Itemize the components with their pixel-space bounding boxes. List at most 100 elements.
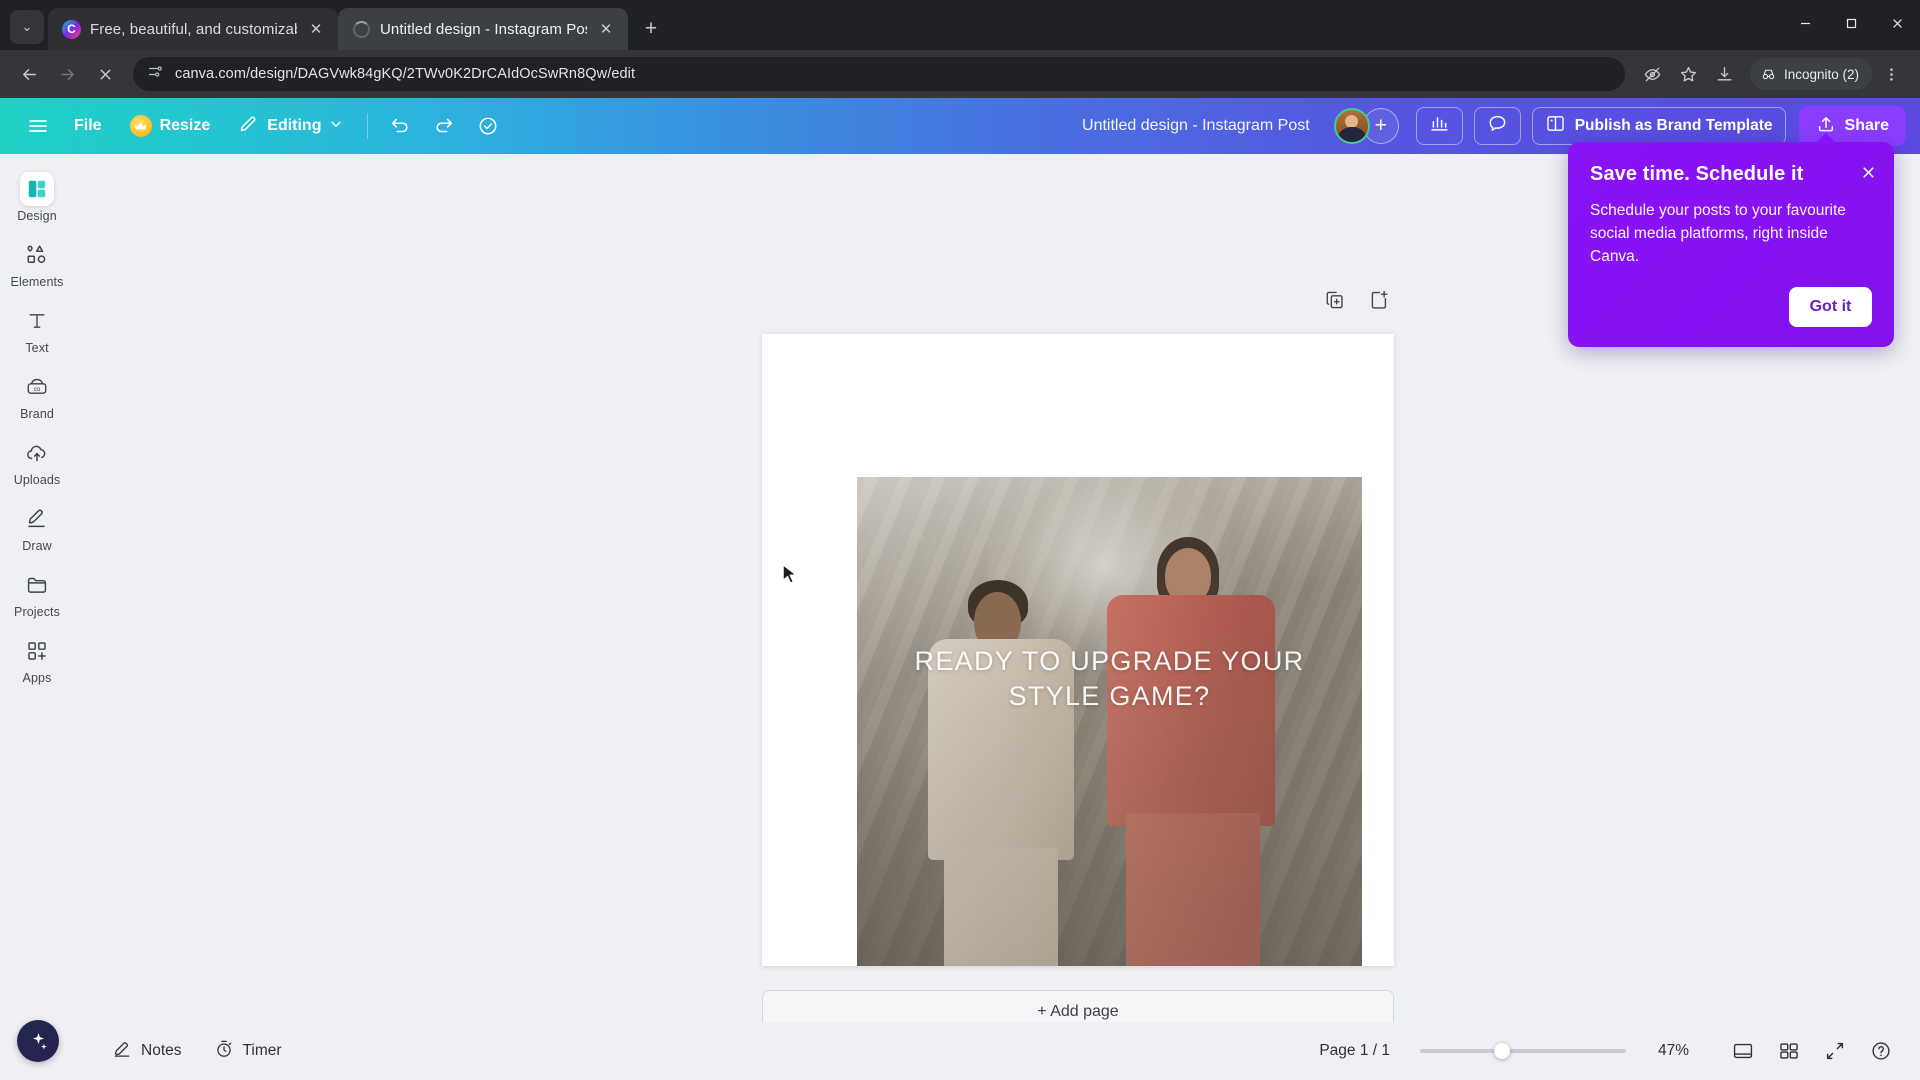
- crown-icon: [129, 115, 152, 137]
- star-icon[interactable]: [1672, 57, 1706, 91]
- design-page[interactable]: READY TO UPGRADE YOUR STYLE GAME?: [762, 334, 1394, 966]
- browser-menu-button[interactable]: [1874, 57, 1908, 91]
- share-button[interactable]: Share: [1798, 106, 1906, 146]
- sidebar-item-apps[interactable]: Apps: [3, 628, 71, 690]
- download-icon[interactable]: [1708, 57, 1742, 91]
- comment-icon: [1487, 113, 1508, 139]
- toolbar-divider: [367, 113, 369, 139]
- sidebar-item-draw[interactable]: Draw: [3, 496, 71, 558]
- add-page-button[interactable]: + Add page: [762, 990, 1394, 1022]
- publish-as-brand-template-button[interactable]: Publish as Brand Template: [1531, 107, 1786, 145]
- zoom-slider[interactable]: [1420, 1041, 1626, 1061]
- magic-studio-button[interactable]: [17, 1020, 59, 1062]
- sidebar-item-uploads[interactable]: Uploads: [3, 430, 71, 492]
- uploads-icon: [20, 436, 54, 470]
- analytics-icon: [1429, 113, 1450, 139]
- sidebar-item-text[interactable]: Text: [3, 298, 71, 360]
- redo-icon[interactable]: [424, 107, 464, 145]
- canva-application: File Resize Editing Untitled design - In…: [0, 98, 1920, 1080]
- schedule-popup: Save time. Schedule it Schedule your pos…: [1568, 132, 1894, 348]
- sidebar-item-projects[interactable]: Projects: [3, 562, 71, 624]
- sidebar-item-draw-label: Draw: [22, 539, 52, 553]
- got-it-button[interactable]: Got it: [1789, 287, 1872, 328]
- sidebar-item-design-label: Design: [17, 209, 57, 223]
- notes-label: Notes: [141, 1042, 182, 1059]
- sidebar-item-brand[interactable]: co Brand: [3, 364, 71, 426]
- browser-tab-2[interactable]: Untitled design - Instagram Pos ✕: [338, 8, 628, 50]
- zoom-percent-label[interactable]: 47%: [1658, 1042, 1700, 1060]
- zoom-slider-track: [1420, 1049, 1626, 1053]
- undo-icon[interactable]: [380, 107, 420, 145]
- page-tools: [1324, 289, 1390, 316]
- text-icon: [20, 304, 54, 338]
- design-page-wrapper: READY TO UPGRADE YOUR STYLE GAME? + Add …: [762, 334, 1394, 1022]
- share-label: Share: [1844, 117, 1889, 134]
- close-window-button[interactable]: [1874, 0, 1920, 46]
- incognito-label: Incognito (2): [1783, 66, 1859, 82]
- publish-as-brand-template-label: Publish as Brand Template: [1574, 117, 1773, 134]
- back-button[interactable]: [12, 57, 46, 91]
- file-menu-button[interactable]: File: [62, 108, 114, 144]
- sidebar-item-elements-label: Elements: [10, 275, 64, 289]
- duplicate-page-icon[interactable]: [1324, 289, 1346, 316]
- design-headline-text[interactable]: READY TO UPGRADE YOUR STYLE GAME?: [857, 644, 1362, 715]
- sidebar-item-uploads-label: Uploads: [13, 473, 61, 487]
- notes-button[interactable]: Notes: [100, 1033, 194, 1069]
- timer-icon: [214, 1039, 234, 1064]
- plus-icon: +: [644, 17, 658, 40]
- brand-icon: co: [20, 370, 54, 404]
- page-view-icon[interactable]: [1724, 1033, 1762, 1069]
- close-icon[interactable]: ✕: [596, 19, 616, 39]
- browser-tabstrip: ⌄ C Free, beautiful, and customizab ✕ Un…: [0, 0, 1920, 50]
- forward-button[interactable]: [50, 57, 84, 91]
- editing-label: Editing: [267, 117, 322, 134]
- browser-tab-1-title: Free, beautiful, and customizab: [90, 20, 297, 38]
- page-indicator: Page 1 / 1: [1319, 1042, 1390, 1059]
- eye-off-icon[interactable]: [1636, 57, 1670, 91]
- schedule-popup-body: Schedule your posts to your favourite so…: [1590, 202, 1846, 265]
- fullscreen-icon[interactable]: [1816, 1033, 1854, 1069]
- close-icon[interactable]: ✕: [306, 19, 326, 39]
- saved-cloud-icon[interactable]: [468, 107, 508, 145]
- tab-search-button[interactable]: ⌄: [10, 10, 44, 44]
- browser-toolbar: canva.com/design/DAGVwk84gKQ/2TWv0K2DrCA…: [0, 50, 1920, 98]
- maximize-button[interactable]: [1828, 0, 1874, 46]
- address-bar[interactable]: canva.com/design/DAGVwk84gKQ/2TWv0K2DrCA…: [133, 57, 1625, 91]
- close-icon[interactable]: [1857, 161, 1879, 183]
- grid-view-icon[interactable]: [1770, 1033, 1808, 1069]
- sidebar-item-design[interactable]: Design: [3, 166, 71, 228]
- draw-icon: [20, 502, 54, 536]
- brand-template-icon: [1545, 113, 1566, 139]
- comment-button[interactable]: [1473, 107, 1521, 145]
- incognito-indicator[interactable]: Incognito (2): [1749, 58, 1872, 90]
- resize-label: Resize: [159, 117, 211, 134]
- timer-button[interactable]: Timer: [202, 1033, 294, 1069]
- sidebar-item-elements[interactable]: Elements: [3, 232, 71, 294]
- minimize-button[interactable]: [1782, 0, 1828, 46]
- magic-studio-icon: [17, 1020, 59, 1062]
- help-icon[interactable]: [1862, 1033, 1900, 1069]
- analytics-button[interactable]: [1415, 107, 1463, 145]
- collaborators: +: [1333, 108, 1399, 144]
- resize-button[interactable]: Resize: [118, 108, 223, 144]
- new-tab-button[interactable]: +: [634, 12, 668, 46]
- editing-mode-button[interactable]: Editing: [226, 108, 355, 144]
- sidebar-item-text-label: Text: [25, 341, 49, 355]
- projects-icon: [20, 568, 54, 602]
- site-settings-icon[interactable]: [147, 63, 164, 85]
- window-controls: [1782, 0, 1920, 46]
- canva-sidebar: Design Elements Text co Brand Uploads Dr…: [0, 154, 74, 1080]
- stop-loading-button[interactable]: [88, 57, 122, 91]
- avatar[interactable]: [1333, 108, 1370, 144]
- browser-toolbar-actions: Incognito (2): [1636, 57, 1908, 91]
- file-menu-label: File: [74, 117, 102, 134]
- svg-text:co: co: [34, 386, 41, 393]
- chevron-down-icon: ⌄: [21, 19, 33, 34]
- design-title[interactable]: Untitled design - Instagram Post: [1072, 117, 1320, 135]
- chevron-down-icon: [329, 117, 343, 136]
- hamburger-menu-icon[interactable]: [18, 107, 58, 145]
- design-photo-element[interactable]: READY TO UPGRADE YOUR STYLE GAME?: [857, 477, 1362, 966]
- zoom-slider-thumb[interactable]: [1494, 1043, 1511, 1059]
- add-page-icon[interactable]: [1368, 289, 1390, 316]
- browser-tab-1[interactable]: C Free, beautiful, and customizab ✕: [48, 8, 338, 50]
